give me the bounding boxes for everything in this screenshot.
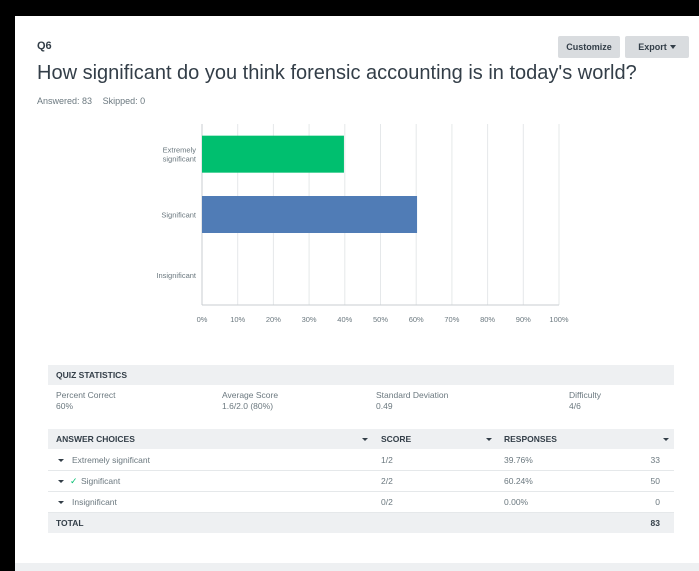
total-row: TOTAL 83 [48,513,674,533]
average-score-label: Average Score [222,390,279,400]
answer-score: 1/2 [381,455,393,465]
responses-header[interactable]: RESPONSES [504,429,557,449]
caret-down-icon [58,458,64,462]
x-tick-label: 60% [409,315,424,324]
row-expand-toggle[interactable] [58,492,64,512]
stat-percent-correct: Percent Correct 60% [56,390,116,412]
score-sort[interactable] [486,429,492,449]
x-tick-label: 100% [549,315,569,324]
answer-choices-header[interactable]: ANSWER CHOICES [56,429,135,449]
sort-caret-icon [362,437,368,441]
correct-answer-marker: ✓ [70,471,81,491]
standard-deviation-value: 0.49 [376,401,393,411]
difficulty-value: 4/6 [569,401,581,411]
answer-table-header: ANSWER CHOICES SCORE RESPONSES [48,429,674,449]
answer-choices-header-label: ANSWER CHOICES [56,434,135,444]
stat-average-score: Average Score 1.6/2.0 (80%) [222,390,278,412]
category-label: Insignificant [156,271,197,280]
answer-score: 0/2 [381,497,393,507]
x-tick-label: 90% [516,315,531,324]
table-row[interactable]: ✓ Significant 2/2 60.24% 50 [48,471,674,492]
question-card: Q6 Customize Export How significant do y… [15,16,699,571]
bar[interactable] [202,135,344,173]
card-footer-strip [15,563,699,571]
difficulty-label: Difficulty [569,390,601,400]
caret-down-icon [58,479,64,483]
answer-percent: 60.24% [504,476,533,486]
sort-caret-icon [486,437,492,441]
row-expand-toggle[interactable] [58,450,64,470]
quiz-statistics-header: QUIZ STATISTICS [48,365,674,385]
check-icon: ✓ [70,475,78,486]
score-header-label: SCORE [381,434,412,444]
category-label: Significant [161,211,197,220]
x-tick-label: 30% [302,315,317,324]
responses-sort[interactable] [663,429,669,449]
quiz-statistics-title: QUIZ STATISTICS [56,370,127,380]
x-tick-label: 20% [266,315,281,324]
x-tick-label: 10% [230,315,245,324]
stat-difficulty: Difficulty 4/6 [569,390,601,412]
standard-deviation-label: Standard Deviation [376,390,449,400]
answer-choices-sort[interactable] [362,429,368,449]
quiz-statistics-body: Percent Correct 60% Average Score 1.6/2.… [48,387,674,417]
row-expand-toggle[interactable] [58,471,64,491]
total-label: TOTAL [56,518,84,528]
percent-correct-label: Percent Correct [56,390,116,400]
answer-score: 2/2 [381,476,393,486]
responses-header-label: RESPONSES [504,434,557,444]
answer-percent: 39.76% [504,455,533,465]
answer-choice-label: Extremely significant [72,455,150,465]
total-count: 83 [650,518,660,528]
answer-choice-label: Significant [81,476,121,486]
answer-choice-label: Insignificant [72,497,117,507]
sort-caret-icon [663,437,669,441]
stat-standard-deviation: Standard Deviation 0.49 [376,390,448,412]
average-score-value: 1.6/2.0 (80%) [222,401,274,411]
x-tick-label: 70% [444,315,459,324]
x-tick-label: 40% [337,315,352,324]
bar-chart: 0% 10% 20% 30% 40% 50% 60% 70% 80% 90% 100% Extreme… [156,124,569,324]
percent-correct-value: 60% [56,401,74,411]
answer-percent: 0.00% [504,497,529,507]
answer-count: 33 [650,455,660,465]
table-row[interactable]: Extremely significant 1/2 39.76% 33 [48,450,674,471]
bar[interactable] [202,196,418,233]
answer-count: 0 [655,497,660,507]
table-row[interactable]: Insignificant 0/2 0.00% 0 [48,492,674,513]
x-tick-label: 80% [480,315,495,324]
category-label: Extremely significant [163,146,197,164]
x-tick-label: 50% [373,315,388,324]
answer-count: 50 [650,476,660,486]
score-header[interactable]: SCORE [381,429,411,449]
x-tick-label: 0% [197,315,208,324]
caret-down-icon [58,500,64,504]
